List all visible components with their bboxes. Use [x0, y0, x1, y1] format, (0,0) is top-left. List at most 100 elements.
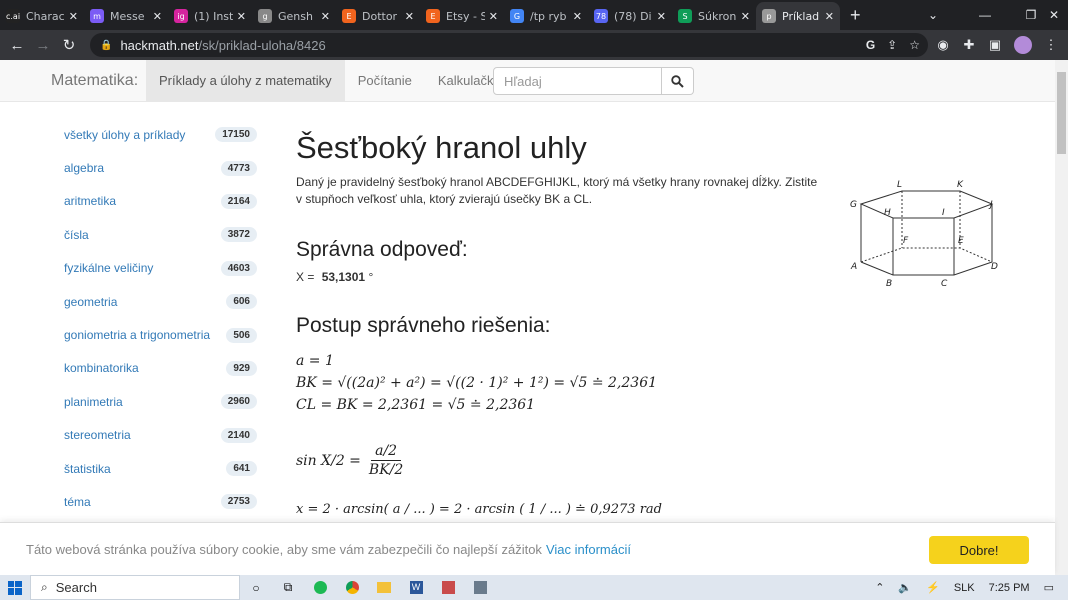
- tab-favicon-icon: G: [510, 9, 524, 23]
- sidebar-item-label[interactable]: všetky úlohy a príklady: [64, 128, 185, 142]
- app-icon[interactable]: [432, 581, 464, 594]
- sidebar-item-label[interactable]: goniometria a trigonometria: [64, 328, 210, 342]
- sidebar-item-label[interactable]: planimetria: [64, 395, 123, 409]
- cortana-icon[interactable]: ○: [240, 581, 272, 595]
- tab-close-icon[interactable]: ✕: [237, 10, 246, 23]
- tab-favicon-icon: E: [342, 9, 356, 23]
- url-host: hackmath.net: [120, 37, 199, 53]
- sidebar-item-label[interactable]: aritmetika: [64, 194, 116, 208]
- taskbar-search-box[interactable]: ⌕ Search: [30, 575, 240, 600]
- browser-tab[interactable]: ig (1) Inst ✕: [168, 2, 252, 30]
- search-form: [493, 67, 694, 95]
- tab-close-icon[interactable]: ✕: [825, 10, 834, 23]
- sidebar-item[interactable]: čísla 3872: [52, 218, 267, 251]
- sidebar-item[interactable]: všetky úlohy a príklady 17150: [52, 118, 267, 151]
- browser-tab[interactable]: m Messe ✕: [84, 2, 168, 30]
- sidebar-item[interactable]: aritmetika 2164: [52, 185, 267, 218]
- cookie-more-info-link[interactable]: Viac informácií: [546, 542, 631, 557]
- bookmark-star-icon[interactable]: ☆: [909, 38, 920, 52]
- scroll-thumb[interactable]: [1057, 72, 1066, 154]
- network-icon[interactable]: ⚡: [926, 581, 940, 594]
- sidebar-item[interactable]: stereometria 2140: [52, 419, 267, 452]
- browser-tab[interactable]: c.ai Charac ✕: [0, 2, 84, 30]
- nav-priklady[interactable]: Príklady a úlohy z matematiky: [146, 59, 345, 102]
- browser-tab[interactable]: S Súkron ✕: [672, 2, 756, 30]
- math-line: CL = BK = 2,2361 = √5 ≐ 2,2361: [296, 397, 536, 413]
- vertex-label: K: [957, 180, 964, 190]
- tab-close-icon[interactable]: ✕: [741, 10, 750, 23]
- sidebar-item-label[interactable]: geometria: [64, 295, 117, 309]
- sidebar-item[interactable]: planimetria 2960: [52, 385, 267, 418]
- browser-tab[interactable]: g Gensh ✕: [252, 2, 336, 30]
- task-view-icon[interactable]: ⧉: [272, 580, 304, 595]
- sidebar-item-label[interactable]: čísla: [64, 228, 89, 242]
- page-scrollbar[interactable]: [1055, 60, 1068, 575]
- browser-tab[interactable]: E Etsy - S ✕: [420, 2, 504, 30]
- extension-icon[interactable]: ◉: [930, 30, 956, 60]
- address-bar[interactable]: 🔒 hackmath.net/sk/priklad-uloha/8426 G ⇪…: [90, 33, 928, 57]
- tab-close-icon[interactable]: ✕: [69, 10, 78, 23]
- sidebar-item[interactable]: štatistika 641: [52, 452, 267, 485]
- puzzle-icon[interactable]: ✚: [956, 30, 982, 60]
- brand[interactable]: Matematika:: [51, 72, 146, 90]
- tab-close-icon[interactable]: ✕: [405, 10, 414, 23]
- file-explorer-icon[interactable]: [368, 582, 400, 593]
- tab-favicon-icon: g: [258, 9, 272, 23]
- forward-icon[interactable]: →: [30, 32, 56, 58]
- menu-kebab-icon[interactable]: ⋮: [1038, 30, 1064, 60]
- tab-close-icon[interactable]: ✕: [489, 10, 498, 23]
- solution-heading: Postup správneho riešenia:: [296, 314, 551, 337]
- new-tab-button[interactable]: +: [850, 5, 861, 26]
- sidebar-item[interactable]: téma 2753: [52, 485, 267, 518]
- volume-icon[interactable]: 🔈: [898, 581, 912, 594]
- notification-icon[interactable]: ▭: [1044, 581, 1054, 594]
- word-icon[interactable]: W: [400, 581, 432, 594]
- sidebar-item[interactable]: geometria 606: [52, 285, 267, 318]
- sidebar-item-label[interactable]: štatistika: [64, 462, 111, 476]
- vertex-label: B: [886, 279, 892, 289]
- sidebar-item-label[interactable]: fyzikálne veličiny: [64, 261, 153, 275]
- sidepanel-icon[interactable]: ▣: [982, 30, 1008, 60]
- sidebar-item[interactable]: kombinatorika 929: [52, 352, 267, 385]
- tab-close-icon[interactable]: ✕: [573, 10, 582, 23]
- close-window-icon[interactable]: ✕: [1040, 0, 1068, 30]
- google-icon[interactable]: G: [866, 38, 875, 52]
- browser-tab[interactable]: E Dottor ✕: [336, 2, 420, 30]
- tab-label: Etsy - S: [446, 9, 485, 23]
- clock[interactable]: 7:25 PM: [989, 582, 1030, 594]
- fraction-numerator: a/2: [371, 442, 402, 461]
- count-badge: 2960: [220, 394, 257, 410]
- category-sidebar: všetky úlohy a príklady 17150 algebra 4773 a…: [52, 118, 267, 519]
- cookie-accept-button[interactable]: Dobre!: [929, 536, 1029, 564]
- app-icon[interactable]: [464, 581, 496, 594]
- sidebar-item-label[interactable]: kombinatorika: [64, 361, 139, 375]
- minimize-icon[interactable]: —: [962, 0, 1008, 30]
- chevron-up-icon[interactable]: ⌃: [875, 581, 884, 594]
- chrome-icon[interactable]: [336, 581, 368, 594]
- language-indicator[interactable]: SLK: [954, 582, 975, 594]
- browser-tab[interactable]: 78 (78) Di ✕: [588, 2, 672, 30]
- sidebar-item[interactable]: fyzikálne veličiny 4603: [52, 252, 267, 285]
- sidebar-item-label[interactable]: téma: [64, 495, 91, 509]
- sidebar-item[interactable]: algebra 4773: [52, 151, 267, 184]
- tab-favicon-icon: ig: [174, 9, 188, 23]
- reload-icon[interactable]: ↻: [56, 32, 82, 58]
- tab-close-icon[interactable]: ✕: [657, 10, 666, 23]
- windows-start-icon[interactable]: [0, 580, 30, 595]
- browser-tab[interactable]: p Príklad ✕: [756, 2, 840, 30]
- search-input[interactable]: [493, 67, 662, 95]
- sidebar-item-label[interactable]: stereometria: [64, 428, 131, 442]
- tab-close-icon[interactable]: ✕: [153, 10, 162, 23]
- tab-close-icon[interactable]: ✕: [321, 10, 330, 23]
- sidebar-item-label[interactable]: algebra: [64, 161, 104, 175]
- browser-tab[interactable]: G/tp ryb ✕: [504, 2, 588, 30]
- nav-pocitanie[interactable]: Počítanie: [345, 60, 425, 102]
- tab-search-icon[interactable]: ⌄: [910, 0, 956, 30]
- profile-avatar[interactable]: [1010, 30, 1036, 60]
- back-icon[interactable]: ←: [4, 32, 30, 58]
- url-path: /sk/priklad-uloha/8426: [198, 37, 326, 53]
- search-button[interactable]: [662, 67, 694, 95]
- spotify-icon[interactable]: [304, 581, 336, 594]
- share-icon[interactable]: ⇪: [887, 38, 897, 52]
- sidebar-item[interactable]: goniometria a trigonometria 506: [52, 318, 267, 351]
